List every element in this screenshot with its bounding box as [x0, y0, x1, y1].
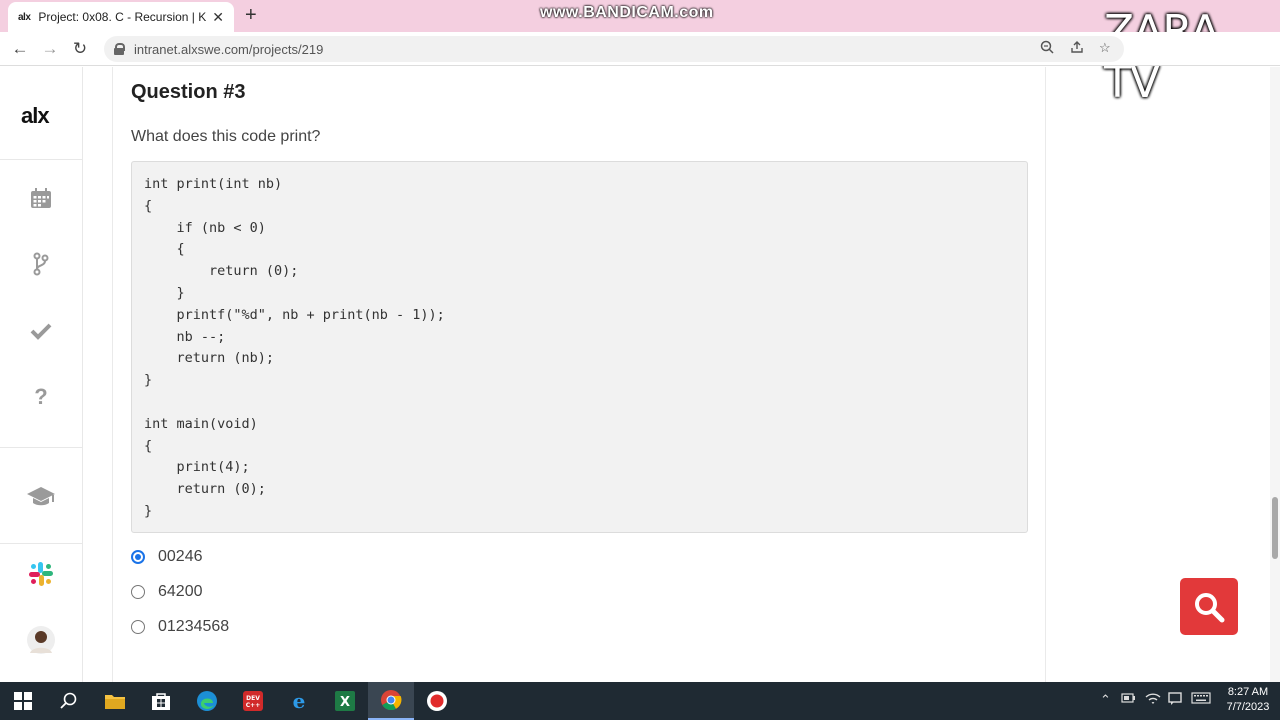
radio-button[interactable] [131, 585, 145, 599]
avatar[interactable] [26, 625, 56, 655]
option-label: 01234568 [158, 618, 230, 635]
answer-option[interactable]: 01234568 [131, 618, 229, 636]
bandicam-record-icon[interactable] [414, 682, 460, 720]
share-icon[interactable] [1070, 40, 1084, 57]
calendar-icon[interactable] [26, 183, 56, 213]
search-icon[interactable] [46, 682, 92, 720]
answer-option[interactable]: 00246 [131, 548, 203, 566]
bookmark-star-icon[interactable]: ☆ [1099, 40, 1111, 56]
tray-chevron-icon[interactable]: ⌃ [1100, 692, 1111, 708]
branch-icon[interactable] [26, 249, 56, 279]
reload-icon[interactable]: ↻ [69, 38, 91, 60]
radio-button[interactable] [131, 620, 145, 634]
question-title: Question #3 [131, 81, 246, 103]
start-icon[interactable] [0, 682, 46, 720]
bandicam-watermark: www.BANDICAM.com [540, 4, 714, 21]
search-icon [1195, 592, 1225, 622]
slack-icon[interactable] [26, 559, 56, 589]
wifi-icon[interactable] [1145, 692, 1161, 709]
svg-text:X: X [340, 695, 350, 710]
clock-date: 7/7/2023 [1226, 701, 1270, 713]
option-label: 00246 [158, 548, 203, 565]
svg-text:e: e [293, 690, 306, 712]
option-label: 64200 [158, 583, 203, 600]
tab-bar: alx Project: 0x08. C - Recursion | Kig ✕… [0, 0, 1280, 108]
tab-title: Project: 0x08. C - Recursion | Kig [38, 10, 207, 24]
excel-icon[interactable]: X [322, 682, 368, 720]
keyboard-icon[interactable] [1191, 692, 1211, 707]
browser-tab[interactable]: alx Project: 0x08. C - Recursion | Kig ✕ [8, 2, 234, 32]
svg-text:DEV: DEV [246, 695, 260, 702]
question-panel: Question #3 What does this code print? i… [112, 67, 1046, 682]
lock-icon [114, 43, 125, 55]
notification-icon[interactable] [1168, 692, 1182, 709]
url-text: intranet.alxswe.com/projects/219 [134, 41, 324, 57]
sidebar: alx ? [0, 67, 83, 682]
question-prompt: What does this code print? [131, 128, 321, 145]
zoom-icon[interactable] [1040, 40, 1054, 57]
edge-icon[interactable] [184, 682, 230, 720]
code-block: int print(int nb) { if (nb < 0) { return… [131, 161, 1028, 533]
scrollbar-thumb[interactable] [1272, 497, 1278, 559]
store-icon[interactable] [138, 682, 184, 720]
address-bar[interactable]: intranet.alxswe.com/projects/219 [104, 36, 1124, 62]
browser-toolbar: ← → ↻ intranet.alxswe.com/projects/219 ☆ [0, 32, 1280, 66]
sidebar-divider [0, 447, 83, 448]
graduation-cap-icon[interactable] [26, 481, 56, 511]
devcpp-icon[interactable]: DEV C++ [230, 682, 276, 720]
taskbar: DEV C++ e X ⌃ 8:27 AM 7/7/2023 [0, 682, 1280, 720]
forward-icon[interactable]: → [39, 38, 61, 60]
battery-icon[interactable] [1121, 692, 1135, 707]
svg-text:C++: C++ [246, 702, 260, 709]
sidebar-divider [0, 543, 83, 544]
page-scrollbar[interactable] [1270, 67, 1280, 682]
search-button[interactable] [1180, 578, 1238, 635]
file-explorer-icon[interactable] [92, 682, 138, 720]
clock-time: 8:27 AM [1227, 686, 1269, 698]
radio-button-selected[interactable] [131, 550, 145, 564]
close-tab-icon[interactable]: ✕ [212, 9, 224, 26]
question-icon[interactable]: ? [26, 382, 56, 412]
ie-icon[interactable]: e [276, 682, 322, 720]
answer-option[interactable]: 64200 [131, 583, 203, 601]
tab-favicon: alx [18, 11, 31, 23]
check-icon[interactable] [26, 316, 56, 346]
alx-logo[interactable]: alx [21, 103, 50, 129]
chrome-icon[interactable] [368, 682, 414, 720]
new-tab-button[interactable]: + [245, 4, 257, 27]
back-icon[interactable]: ← [9, 38, 31, 60]
taskbar-clock[interactable]: 8:27 AM 7/7/2023 [1222, 685, 1274, 715]
sidebar-divider [0, 159, 83, 160]
